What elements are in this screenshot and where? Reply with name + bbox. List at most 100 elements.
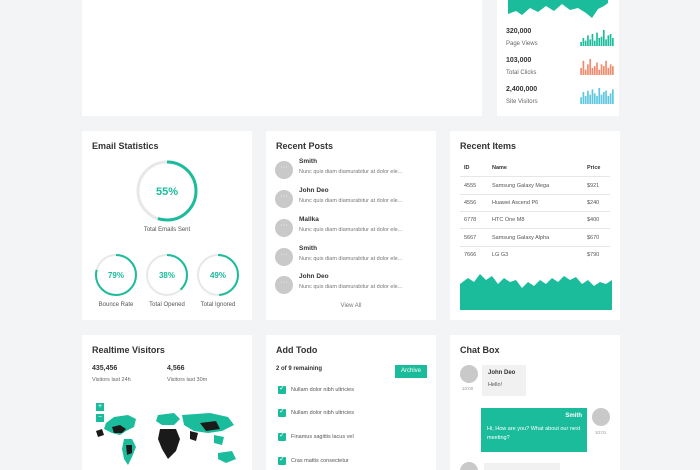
sparkline-bar bbox=[612, 38, 614, 46]
message-text: Hi, How are you? What about our next mee… bbox=[487, 426, 581, 441]
emails-sent-gauge: 55% bbox=[136, 160, 198, 222]
sparkline-bar bbox=[593, 40, 596, 46]
divider bbox=[460, 246, 610, 247]
avatar bbox=[275, 161, 293, 179]
divider bbox=[460, 176, 610, 177]
cell-price: $921 bbox=[587, 183, 600, 189]
sparkline-bar bbox=[582, 92, 585, 104]
sparkline-bar bbox=[605, 39, 607, 46]
sparkline-bar bbox=[598, 88, 601, 104]
sparkline-bar bbox=[596, 62, 598, 75]
todo-item[interactable]: Nullam dolor nibh ultricies bbox=[278, 384, 428, 397]
cell-name: Huawei Ascend P6 bbox=[492, 200, 539, 206]
sparkline-bar bbox=[582, 60, 585, 75]
site-visitors-sparkline bbox=[580, 88, 614, 104]
sparkline-bar bbox=[584, 69, 587, 75]
email-statistics-card: Email Statistics 55% Total Emails Sent 7… bbox=[82, 131, 252, 320]
sparkline-bar bbox=[589, 94, 592, 104]
sparkline-bar bbox=[587, 64, 589, 75]
sparkline-bar bbox=[587, 35, 589, 46]
sparkline-bar bbox=[582, 38, 585, 46]
sparkline-bar bbox=[591, 67, 594, 75]
recent-items-card: Recent Items ID Name Price 4555 Samsung … bbox=[450, 131, 620, 320]
sparkline-bar bbox=[609, 93, 612, 104]
avatar bbox=[460, 365, 478, 383]
card-title: Realtime Visitors bbox=[92, 345, 165, 355]
cell-price: $400 bbox=[587, 217, 600, 223]
recent-posts-card: Recent Posts Smith Nunc quis diam diamur… bbox=[266, 131, 436, 320]
post-author: Smith bbox=[299, 245, 318, 252]
column-header-price: Price bbox=[587, 165, 601, 171]
sparkline-bar bbox=[591, 89, 594, 104]
todo-text: Nullam dolor nibh ultricies bbox=[291, 387, 354, 393]
card-title: Chat Box bbox=[460, 345, 500, 355]
post-author: John Deo bbox=[299, 187, 329, 194]
total-opened-gauge: 38% bbox=[146, 254, 188, 296]
gauge-value: 55% bbox=[156, 186, 178, 198]
todo-item[interactable]: Nullam dolor nibh ultricies bbox=[278, 407, 428, 420]
post-excerpt: Nunc quis diam diamurabitur at dolor ele… bbox=[299, 227, 403, 233]
add-todo-card: Add Todo 2 of 9 remaining Nullam dolor n… bbox=[266, 335, 436, 470]
sparkline-bar bbox=[607, 96, 610, 104]
sparkline-bar bbox=[600, 36, 603, 46]
todo-text: Nullam dolor nibh ultricies bbox=[291, 410, 354, 416]
message-sender: Smith bbox=[565, 413, 582, 419]
sparkline-bar bbox=[596, 96, 598, 104]
sparkline-bar bbox=[600, 64, 603, 75]
card-title: Recent Items bbox=[460, 141, 517, 151]
visitors-24h-value: 435,456 bbox=[92, 365, 118, 372]
cell-id: 6778 bbox=[464, 217, 477, 223]
sparkline-bar bbox=[607, 35, 610, 46]
stat-value: 2,400,000 bbox=[506, 86, 538, 93]
sparkline-bar bbox=[593, 66, 596, 75]
sparkline-bar bbox=[596, 32, 598, 46]
post-item[interactable]: John Deo Nunc quis diam diamurabitur at … bbox=[275, 187, 430, 211]
checkbox[interactable] bbox=[278, 431, 286, 441]
view-all-link[interactable]: View All bbox=[266, 303, 436, 309]
sparkline-bar bbox=[612, 66, 614, 75]
total-clicks-sparkline bbox=[580, 59, 614, 75]
message-sender: John Deo bbox=[488, 370, 516, 376]
post-item[interactable]: John Deo Nunc quis diam diamurabitur at … bbox=[275, 273, 430, 297]
gauge-label: Total Emails Sent bbox=[143, 227, 191, 233]
stat-value: 320,000 bbox=[506, 28, 532, 35]
post-item[interactable]: Smith Nunc quis diam diamurabitur at dol… bbox=[275, 158, 430, 182]
stat-label: Site Visitors bbox=[506, 99, 538, 105]
chat-message-incoming-partial bbox=[484, 463, 560, 470]
message-text: Hello! bbox=[488, 382, 503, 388]
archive-button[interactable]: Archive bbox=[395, 365, 427, 378]
post-item[interactable]: Smith Nunc quis diam diamurabitur at dol… bbox=[275, 245, 430, 269]
post-excerpt: Nunc quis diam diamurabitur at dolor ele… bbox=[299, 198, 403, 204]
sparkline-bar bbox=[589, 59, 592, 75]
gauge-value: 38% bbox=[159, 271, 175, 280]
sparkline-bar bbox=[602, 66, 605, 75]
stat-page-views: 320,000 Page Views bbox=[506, 28, 614, 54]
gauge-label: Total Ignored bbox=[200, 302, 236, 308]
post-excerpt: Nunc quis diam diamurabitur at dolor ele… bbox=[299, 284, 403, 290]
checkbox[interactable] bbox=[278, 407, 286, 417]
post-item[interactable]: Mallka Nunc quis diam diamurabitur at do… bbox=[275, 216, 430, 240]
checkbox[interactable] bbox=[278, 455, 286, 465]
cell-name: LG G3 bbox=[492, 252, 509, 258]
cell-price: $670 bbox=[587, 235, 600, 241]
todo-text: Finamus sagittis lacus vel bbox=[291, 434, 354, 440]
post-author: Smith bbox=[299, 158, 318, 165]
gauge-value: 79% bbox=[108, 271, 124, 280]
todo-item[interactable]: Finamus sagittis lacus vel bbox=[278, 431, 428, 444]
site-stats-panel: 320,000 Page Views 103,000 Total Clicks … bbox=[497, 0, 619, 116]
todo-item[interactable]: Cras mattis consectetur bbox=[278, 455, 428, 468]
post-author: Mallka bbox=[299, 216, 319, 223]
sparkline-bar bbox=[587, 90, 589, 104]
sparkline-bar bbox=[602, 30, 605, 46]
items-area-chart bbox=[460, 274, 612, 310]
chat-message-outgoing: Smith Hi, How are you? What about our ne… bbox=[481, 408, 587, 452]
main-chart-panel bbox=[82, 0, 482, 116]
cell-id: 4555 bbox=[464, 183, 477, 189]
card-title: Add Todo bbox=[276, 345, 318, 355]
avatar bbox=[275, 276, 293, 294]
divider bbox=[460, 194, 610, 195]
card-title: Recent Posts bbox=[276, 141, 334, 151]
divider bbox=[460, 211, 610, 212]
checkbox[interactable] bbox=[278, 384, 286, 394]
sparkline-bar bbox=[609, 34, 612, 46]
